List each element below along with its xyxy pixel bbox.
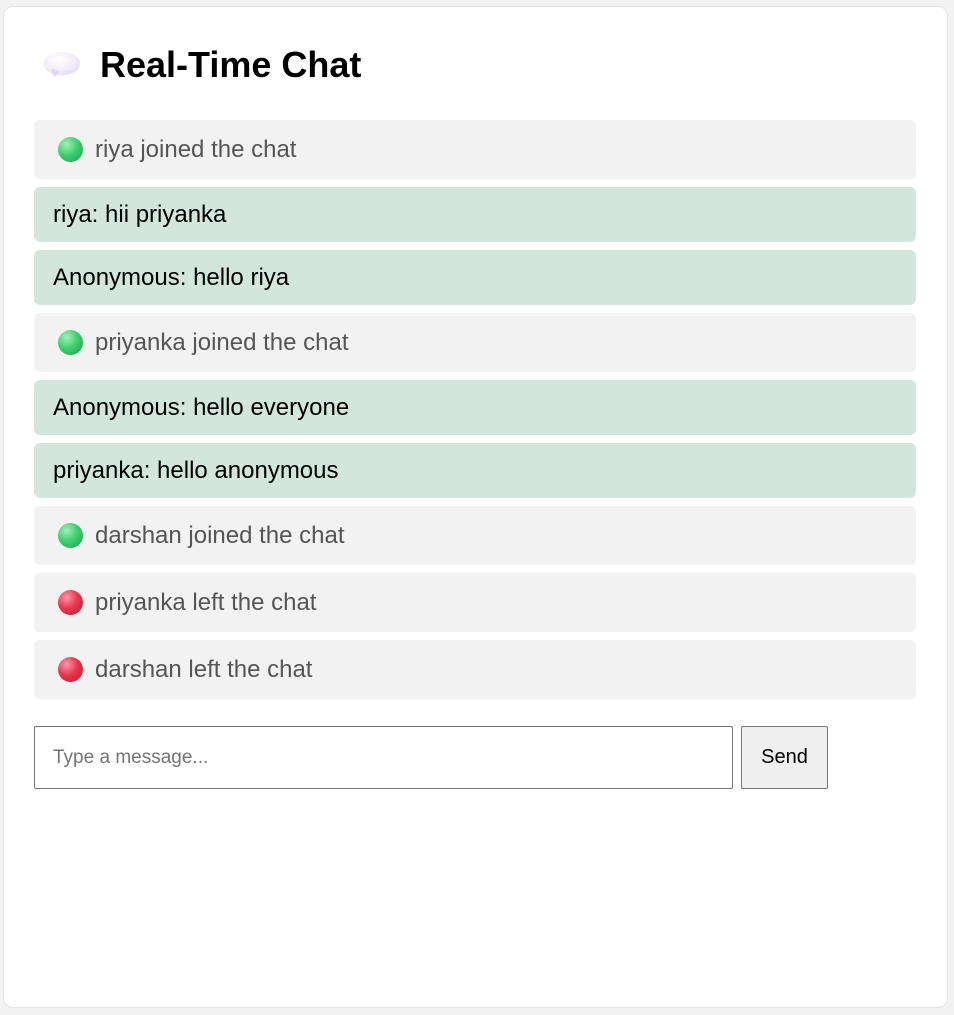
send-button[interactable]: Send xyxy=(741,726,828,789)
message-text: priyanka joined the chat xyxy=(95,328,349,356)
page-title: Real-Time Chat xyxy=(100,44,362,85)
message-composer: Send xyxy=(34,726,828,789)
message-input[interactable] xyxy=(34,726,733,789)
chat-message: riya: hii priyanka xyxy=(34,187,916,242)
red-circle-icon xyxy=(58,657,83,682)
system-message: priyanka joined the chat xyxy=(34,313,916,372)
green-circle-icon xyxy=(58,137,83,162)
message-text: priyanka left the chat xyxy=(95,588,317,616)
message-text: Anonymous: hello riya xyxy=(53,263,290,291)
system-message: riya joined the chat xyxy=(34,120,916,179)
chat-message: Anonymous: hello everyone xyxy=(34,380,916,435)
green-circle-icon xyxy=(58,330,83,355)
system-message: darshan joined the chat xyxy=(34,506,916,565)
message-text: riya joined the chat xyxy=(95,135,297,163)
chat-message: Anonymous: hello riya xyxy=(34,250,916,305)
chat-message: priyanka: hello anonymous xyxy=(34,443,916,498)
message-text: darshan left the chat xyxy=(95,655,313,683)
message-text: priyanka: hello anonymous xyxy=(53,456,339,484)
message-text: riya: hii priyanka xyxy=(53,200,227,228)
chat-container: Real-Time Chat riya joined the chat riya… xyxy=(3,6,948,1008)
message-text: Anonymous: hello everyone xyxy=(53,393,350,421)
system-message: priyanka left the chat xyxy=(34,573,916,632)
system-message: darshan left the chat xyxy=(34,640,916,699)
green-circle-icon xyxy=(58,523,83,548)
speech-bubble-icon xyxy=(42,49,82,79)
red-circle-icon xyxy=(58,590,83,615)
chat-header: Real-Time Chat xyxy=(42,45,361,83)
message-text: darshan joined the chat xyxy=(95,521,345,549)
